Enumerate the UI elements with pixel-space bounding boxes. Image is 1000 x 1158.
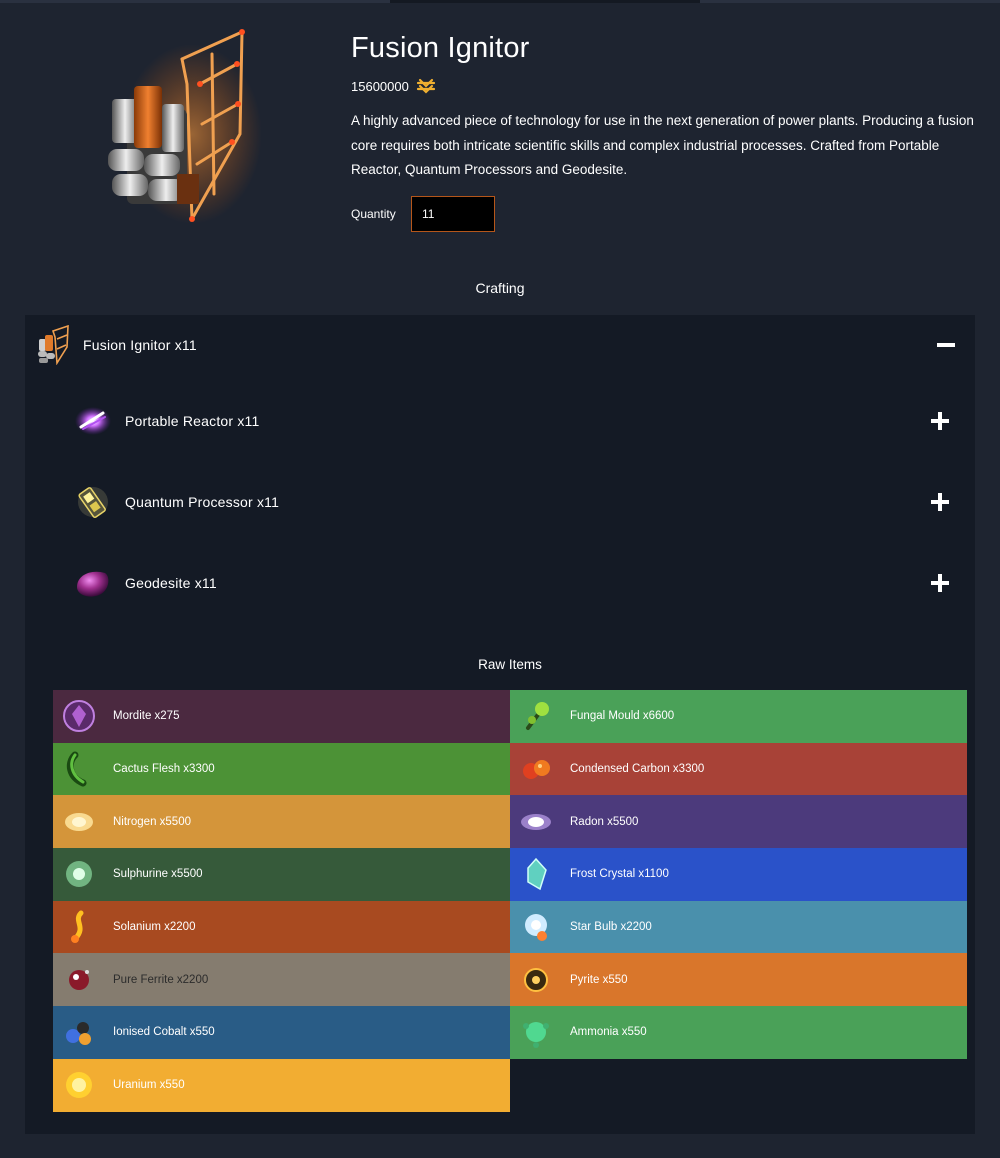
nitrogen-icon	[65, 812, 93, 831]
product-price: 15600000	[351, 78, 409, 94]
raw-item-label: Pyrite x550	[570, 973, 628, 986]
raw-item[interactable]: Pyrite x550	[510, 953, 967, 1007]
crafting-heading: Crafting	[475, 280, 525, 296]
raw-item-label: Sulphurine x5500	[113, 868, 203, 881]
uranium-icon	[66, 1072, 92, 1099]
raw-item[interactable]: Uranium x550	[53, 1058, 510, 1112]
raw-item-label: Ionised Cobalt x550	[113, 1026, 215, 1039]
raw-item[interactable]: Solanium x2200	[53, 900, 510, 954]
quantum-processor-icon	[78, 487, 108, 519]
raw-item-label: Condensed Carbon x3300	[570, 763, 705, 776]
crafting-child-label: Portable Reactor x11	[125, 413, 260, 429]
price-row: 15600000	[351, 75, 981, 97]
raw-item[interactable]: Mordite x275	[53, 690, 510, 743]
portable-reactor-icon	[75, 407, 111, 435]
raw-item-label: Pure Ferrite x2200	[113, 973, 209, 986]
pyrite-icon	[524, 967, 548, 992]
raw-items-heading: Raw Items	[478, 657, 542, 672]
sulphurine-icon	[66, 861, 92, 888]
quantity-row: Quantity	[351, 195, 981, 232]
raw-item[interactable]: Star Bulb x2200	[510, 900, 967, 954]
radon-icon	[521, 813, 551, 830]
crafting-child-row[interactable]: Portable Reactor x11	[73, 399, 965, 443]
raw-item[interactable]: Ionised Cobalt x550	[53, 1006, 510, 1059]
units-icon	[416, 78, 435, 94]
crafting-root-label: Fusion Ignitor x11	[83, 337, 197, 353]
raw-item-label: Fungal Mould x6600	[570, 710, 675, 723]
raw-item-label: Uranium x550	[113, 1079, 185, 1092]
raw-item-label: Radon x5500	[570, 815, 639, 828]
raw-item[interactable]: Radon x5500	[510, 795, 967, 849]
raw-item[interactable]: Ammonia x550	[510, 1006, 967, 1059]
product-title: Fusion Ignitor	[351, 32, 530, 64]
crafting-child-row[interactable]: Geodesite x11	[73, 561, 965, 605]
raw-item[interactable]: Sulphurine x5500	[53, 848, 510, 901]
crafting-panel: Fusion Ignitor x11 Portable Reactor x11 …	[25, 315, 975, 1134]
frost-crystal-icon	[527, 858, 547, 891]
raw-item-label: Star Bulb x2200	[570, 921, 652, 934]
condensed-carbon-icon	[523, 760, 550, 780]
crafting-child-label: Quantum Processor x11	[125, 494, 280, 510]
product-info: Fusion Ignitor 15600000 A highly advance…	[351, 28, 981, 232]
raw-item[interactable]: Fungal Mould x6600	[510, 690, 967, 743]
raw-item[interactable]: Nitrogen x5500	[53, 795, 510, 849]
fusion-ignitor-image	[72, 24, 272, 224]
star-bulb-icon	[525, 914, 547, 942]
expand-icon[interactable]	[929, 491, 951, 513]
crafting-child-label: Geodesite x11	[125, 575, 217, 591]
quantity-label: Quantity	[351, 206, 396, 221]
raw-item-label: Solanium x2200	[113, 921, 196, 934]
raw-item-label: Cactus Flesh x3300	[113, 763, 215, 776]
raw-item[interactable]: Condensed Carbon x3300	[510, 742, 967, 796]
top-strip	[0, 0, 1000, 3]
product-description: A highly advanced piece of technology fo…	[351, 113, 974, 177]
raw-item[interactable]: Pure Ferrite x2200	[53, 953, 510, 1007]
raw-item-label: Ammonia x550	[570, 1026, 647, 1039]
raw-item-label: Nitrogen x5500	[113, 815, 191, 828]
collapse-icon[interactable]	[935, 334, 957, 356]
cactus-flesh-icon	[66, 751, 87, 787]
raw-item-label: Mordite x275	[113, 710, 180, 723]
raw-item[interactable]: Frost Crystal x1100	[510, 848, 967, 901]
mordite-icon	[63, 700, 95, 733]
raw-item-label: Frost Crystal x1100	[570, 868, 669, 881]
crafting-child-row[interactable]: Quantum Processor x11	[73, 480, 965, 524]
fusion-ignitor-icon	[108, 29, 262, 224]
solanium-icon	[71, 910, 84, 944]
raw-items-grid: Mordite x275 Fungal Mould x6600 Cactus Fle…	[53, 690, 967, 1112]
crafting-root-row[interactable]: Fusion Ignitor x11	[35, 323, 965, 367]
expand-icon[interactable]	[929, 410, 951, 432]
quantity-input[interactable]	[411, 195, 495, 232]
ionised-cobalt-icon	[66, 1022, 91, 1046]
expand-icon[interactable]	[929, 572, 951, 594]
geodesite-icon	[77, 571, 109, 597]
raw-item[interactable]: Cactus Flesh x3300	[53, 742, 510, 796]
fungal-mould-icon	[526, 702, 549, 731]
ammonia-icon	[523, 1022, 549, 1049]
pure-ferrite-icon	[69, 969, 89, 990]
fusion-ignitor-icon	[38, 325, 69, 365]
